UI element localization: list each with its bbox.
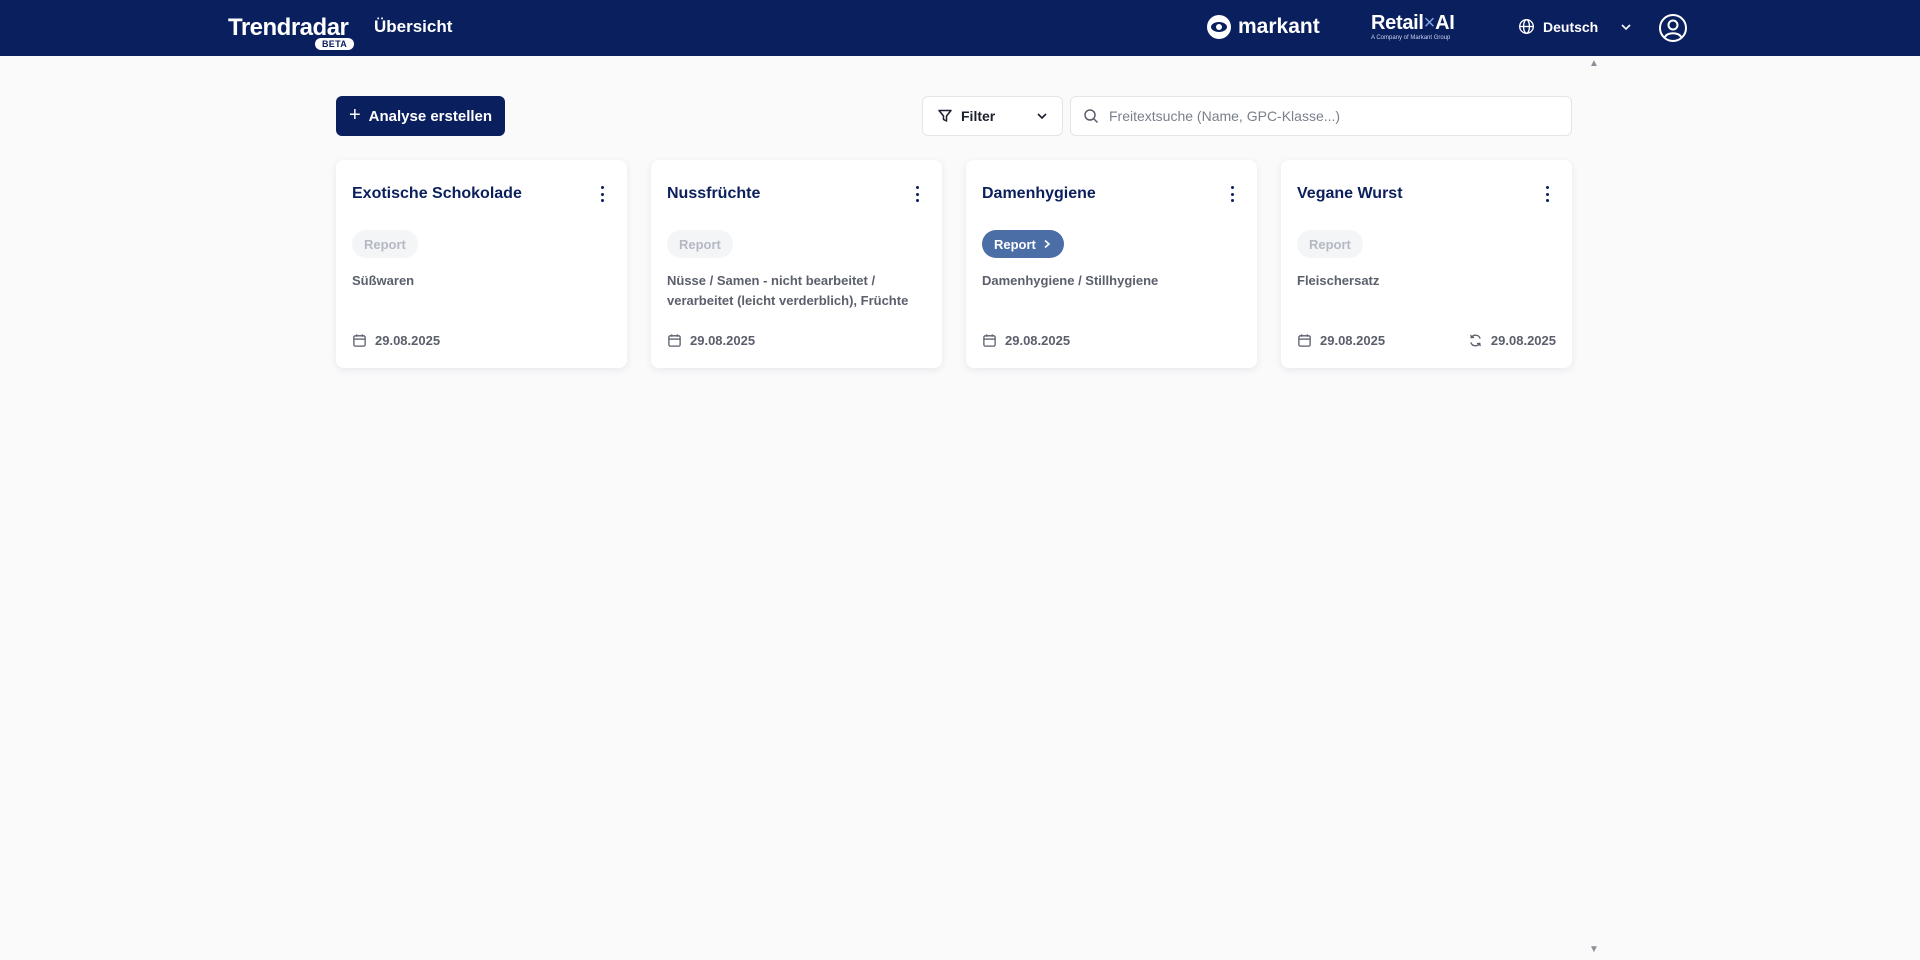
card-title[interactable]: Nussfrüchte [667, 185, 760, 203]
card-date: 29.08.2025 [352, 333, 440, 348]
report-badge: Report [1297, 230, 1363, 258]
analysis-card[interactable]: Damenhygiene Report Damenhygiene / Still… [966, 160, 1257, 368]
scroll-down-arrow-icon[interactable]: ▼ [1589, 944, 1599, 955]
more-options-icon[interactable] [599, 186, 605, 202]
card-date-text: 29.08.2025 [1005, 333, 1071, 348]
filter-icon [938, 109, 952, 122]
retail-ai-logo: Retail×AI A Company of Markant Group [1371, 12, 1455, 41]
report-button-label: Report [994, 236, 1036, 252]
search-field[interactable] [1070, 96, 1572, 136]
card-title[interactable]: Exotische Schokolade [352, 185, 522, 203]
card-title[interactable]: Vegane Wurst [1297, 185, 1403, 203]
analysis-card[interactable]: Vegane Wurst Report Fleischersatz 29.08.… [1281, 160, 1572, 368]
create-analysis-button[interactable]: + Analyse erstellen [336, 96, 505, 136]
card-category: Fleischersatz [1297, 273, 1380, 288]
card-date-text: 29.08.2025 [1320, 333, 1386, 348]
report-badge-label: Report [1309, 236, 1351, 252]
globe-icon [1519, 19, 1534, 34]
more-options-icon[interactable] [914, 186, 920, 202]
retail-logo-main: Retail [1371, 12, 1424, 34]
chevron-down-icon [1037, 113, 1047, 120]
card-title[interactable]: Damenhygiene [982, 185, 1096, 203]
card-category: Damenhygiene / Stillhygiene [982, 273, 1159, 288]
card-date: 29.08.2025 [667, 333, 755, 348]
retail-logo-x: × [1423, 12, 1436, 34]
card-updated-date-text: 29.08.2025 [1490, 333, 1556, 348]
report-badge: Report [352, 230, 418, 258]
calendar-icon [1298, 334, 1311, 347]
refresh-icon [1470, 334, 1481, 347]
vertical-scrollbar[interactable] [1600, 56, 1612, 960]
top-navigation-bar: Trendradar BETA Übersicht markant Retail… [0, 0, 1920, 56]
card-date-text: 29.08.2025 [375, 333, 441, 348]
filter-label: Filter [961, 108, 996, 124]
markant-eye-icon [1207, 15, 1231, 39]
filter-dropdown[interactable]: Filter [922, 96, 1063, 136]
analysis-card[interactable]: Exotische Schokolade Report Süßwaren 29.… [336, 160, 627, 368]
language-selector[interactable]: Deutsch [1518, 18, 1632, 35]
search-icon [1084, 109, 1099, 124]
card-date-text: 29.08.2025 [690, 333, 756, 348]
report-button[interactable]: Report [982, 230, 1064, 258]
more-options-icon[interactable] [1229, 186, 1235, 202]
search-input[interactable] [1109, 108, 1549, 124]
create-analysis-label: Analyse erstellen [368, 107, 493, 125]
scroll-up-arrow-icon[interactable]: ▲ [1589, 58, 1599, 69]
nav-overview-link[interactable]: Übersicht [374, 17, 452, 37]
plus-icon: + [348, 104, 361, 126]
language-label: Deutsch [1543, 18, 1599, 35]
report-badge: Report [667, 230, 733, 258]
retail-logo-ai: AI [1435, 12, 1455, 34]
analysis-card[interactable]: Nussfrüchte Report Nüsse / Samen - nicht… [651, 160, 942, 368]
calendar-icon [353, 334, 366, 347]
card-date: 29.08.2025 [1297, 333, 1385, 348]
card-updated-date: 29.08.2025 [1468, 333, 1556, 348]
report-badge-label: Report [364, 236, 406, 252]
more-options-icon[interactable] [1544, 186, 1550, 202]
markant-logo: markant [1206, 14, 1320, 40]
chevron-right-icon [1044, 239, 1051, 249]
beta-badge: BETA [315, 38, 355, 50]
card-date: 29.08.2025 [982, 333, 1070, 348]
report-badge-label: Report [679, 236, 721, 252]
calendar-icon [983, 334, 996, 347]
account-icon[interactable] [1658, 13, 1688, 43]
chevron-down-icon [1621, 23, 1631, 30]
retail-logo-sub: A Company of Markant Group [1371, 35, 1451, 41]
markant-logo-text: markant [1238, 15, 1320, 38]
card-category: Süßwaren [352, 273, 415, 288]
calendar-icon [668, 334, 681, 347]
card-category: Nüsse / Samen - nicht bearbeitet / verar… [667, 273, 909, 308]
